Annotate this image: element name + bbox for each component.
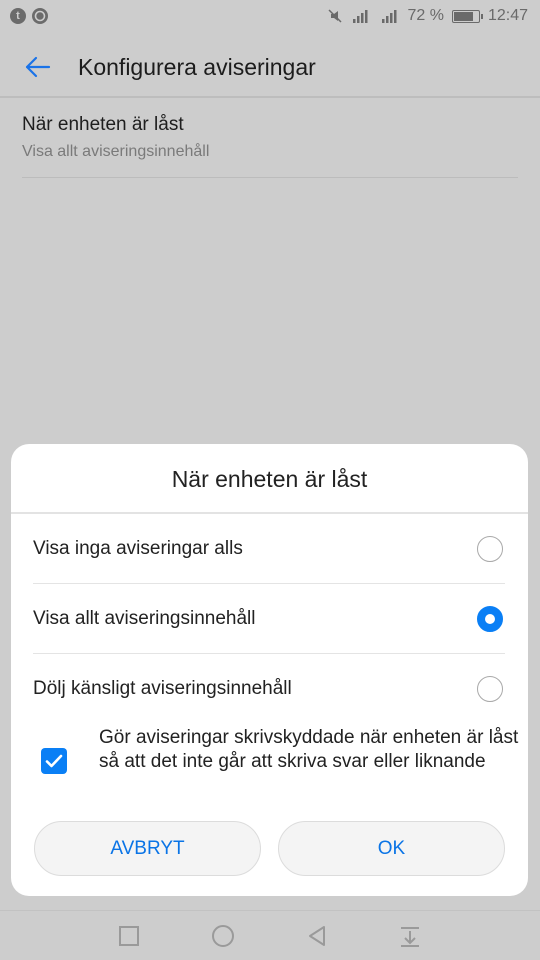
battery-icon — [451, 9, 483, 23]
home-circle-icon[interactable] — [210, 923, 236, 949]
setting-subtitle: Visa allt aviseringsinnehåll — [22, 143, 210, 160]
radio-button[interactable] — [477, 676, 503, 702]
option-label: Dölj känsligt aviseringsinnehåll — [33, 678, 292, 699]
whatsapp-icon — [32, 8, 48, 24]
recents-square-icon[interactable] — [116, 923, 142, 949]
notification-pull-icon[interactable] — [397, 923, 423, 949]
option-hide-sensitive[interactable]: Dölj känsligt aviseringsinnehåll — [33, 654, 505, 724]
app-bar: Konfigurera aviseringar — [0, 34, 540, 98]
radio-button-selected[interactable] — [477, 606, 503, 632]
checkbox-label: Gör aviseringar skrivskyddade när enhete… — [99, 727, 519, 772]
battery-percent: 72 % — [407, 7, 444, 24]
option-show-all[interactable]: Visa allt aviseringsinnehåll — [33, 584, 505, 654]
setting-lockscreen[interactable]: När enheten är låst Visa allt aviserings… — [22, 114, 518, 178]
back-arrow-icon[interactable] — [22, 52, 52, 82]
option-label: Visa allt aviseringsinnehåll — [33, 608, 256, 629]
readonly-checkbox-row[interactable]: Gör aviseringar skrivskyddade när enhete… — [41, 726, 518, 802]
cancel-button[interactable]: AVBRYT — [34, 821, 261, 876]
mute-icon — [328, 9, 343, 23]
clock: 12:47 — [487, 7, 528, 24]
tumblr-icon: t — [10, 8, 26, 24]
lockscreen-dialog: När enheten är låst Visa inga aviseringa… — [11, 444, 528, 896]
option-show-none[interactable]: Visa inga aviseringar alls — [33, 514, 505, 584]
status-bar: t 72 % 12:47 — [0, 0, 540, 34]
dialog-title: När enheten är låst — [171, 466, 368, 492]
checkbox[interactable] — [41, 748, 67, 774]
setting-title: När enheten är låst — [22, 114, 184, 135]
checkmark-icon — [45, 754, 63, 768]
navigation-bar — [0, 910, 540, 960]
option-label: Visa inga aviseringar alls — [33, 538, 243, 559]
signal-icon — [353, 10, 368, 23]
page-title: Konfigurera aviseringar — [78, 54, 316, 80]
ok-button[interactable]: OK — [278, 821, 505, 876]
back-triangle-icon[interactable] — [304, 923, 330, 949]
signal-icon — [382, 10, 397, 23]
radio-button[interactable] — [477, 536, 503, 562]
